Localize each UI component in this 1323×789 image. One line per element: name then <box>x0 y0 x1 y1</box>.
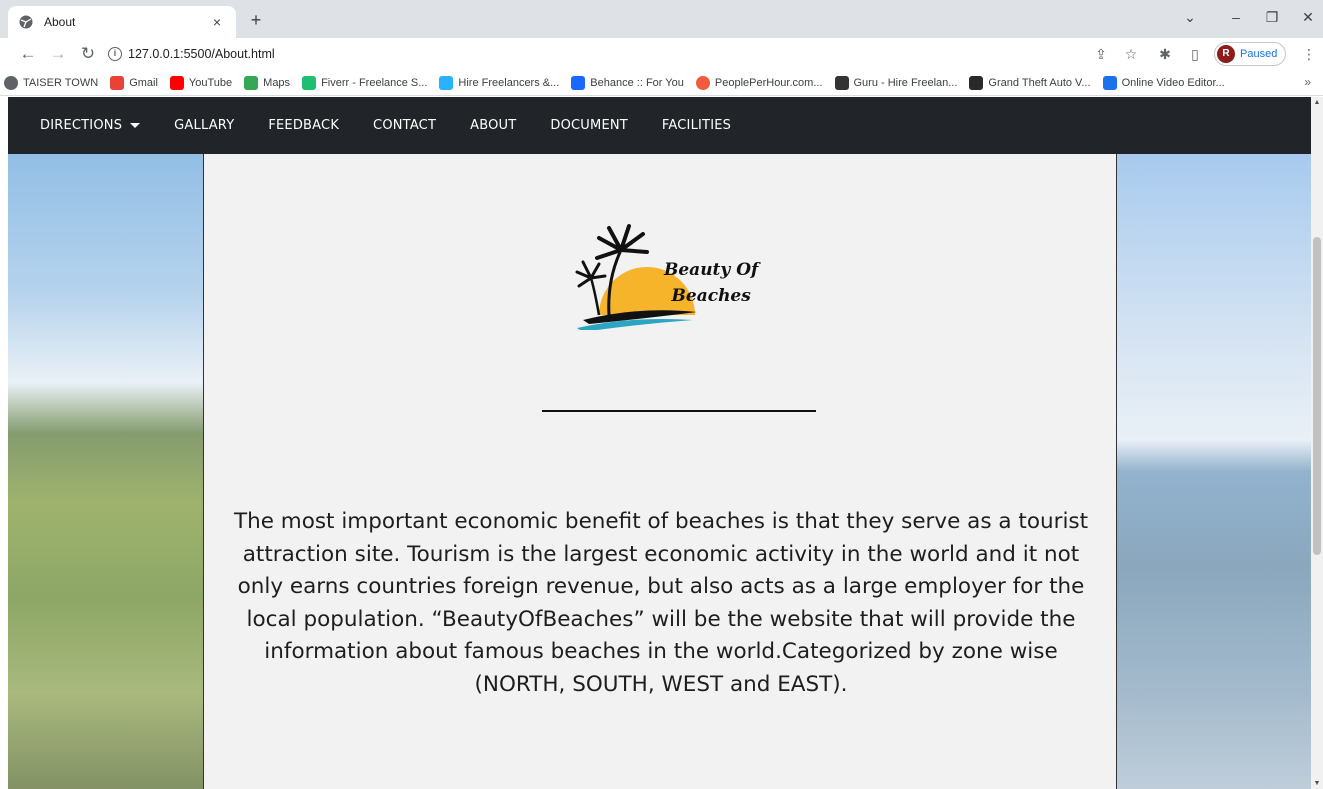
pph-icon <box>695 75 710 90</box>
about-paragraph: The most important economic benefit of b… <box>233 509 1089 697</box>
close-window-icon[interactable]: ✕ <box>1293 6 1323 28</box>
globe-icon <box>19 15 33 29</box>
reload-icon[interactable]: ↻ <box>74 40 102 68</box>
logo-title: Beauty Of Beaches <box>664 257 758 309</box>
nav-label: ABOUT <box>470 118 517 133</box>
tab-strip: About × + ⌄ – ❐ ✕ <box>0 0 1323 38</box>
scroll-up-icon[interactable]: ▲ <box>1311 99 1323 106</box>
nav-label: FACILITIES <box>661 118 732 133</box>
more-bookmarks-icon[interactable]: » <box>1304 75 1311 89</box>
nav-label: FEEDBACK <box>268 118 340 133</box>
profile-status: Paused <box>1240 48 1278 60</box>
bookmark-item[interactable]: Online Video Editor... <box>1102 75 1225 90</box>
logo-line-2: Beaches <box>671 286 751 306</box>
bookmark-label: Grand Theft Auto V... <box>988 76 1091 89</box>
section-divider <box>542 410 816 412</box>
tab-about[interactable]: About × <box>8 6 236 38</box>
behance-icon <box>571 75 586 90</box>
logo-line-1: Beauty Of <box>664 260 759 280</box>
nav-about[interactable]: ABOUT <box>470 118 516 133</box>
bookmark-label: TAISER TOWN <box>23 76 99 89</box>
minimize-icon[interactable]: – <box>1221 6 1251 28</box>
tab-title: About <box>44 15 76 29</box>
url-text: 127.0.0.1:5500/About.html <box>128 47 275 61</box>
bookmark-label: Guru - Hire Freelan... <box>853 76 958 89</box>
video-editor-icon <box>1102 75 1117 90</box>
bookmark-label: PeoplePerHour.com... <box>714 76 823 89</box>
bookmark-item[interactable]: TAISER TOWN <box>4 75 99 90</box>
web-page: Beauty Of Beaches The most important eco… <box>8 97 1311 789</box>
nav-contact[interactable]: CONTACT <box>373 118 436 133</box>
maps-icon <box>244 75 259 90</box>
nav-facilities[interactable]: FACILITIES <box>662 118 731 133</box>
browser-toolbar: ← → ↻ i 127.0.0.1:5500/About.html ⇪ ☆ ✱ … <box>0 38 1323 70</box>
nav-label: DOCUMENT <box>550 118 628 133</box>
caret-down-icon <box>130 123 141 128</box>
bookmark-item[interactable]: Behance :: For You <box>571 75 684 90</box>
nav-label: GALLARY <box>174 118 235 133</box>
share-icon[interactable]: ⇪ <box>1090 42 1112 66</box>
nav-gallary[interactable]: GALLARY <box>174 118 234 133</box>
epic-icon <box>969 75 984 90</box>
nav-document[interactable]: DOCUMENT <box>550 118 628 133</box>
forward-icon[interactable]: → <box>44 40 72 68</box>
bookmark-label: Hire Freelancers &... <box>458 76 560 89</box>
bookmark-item[interactable]: Fiverr - Freelance S... <box>302 75 428 90</box>
guru-icon <box>834 75 849 90</box>
bookmark-item[interactable]: Maps <box>244 75 291 90</box>
tab-search-icon[interactable]: ⌄ <box>1175 6 1205 28</box>
site-info-icon[interactable]: i <box>108 47 122 61</box>
nav-directions[interactable]: DIRECTIONS <box>40 118 141 133</box>
scroll-down-icon[interactable]: ▼ <box>1311 780 1323 787</box>
bookmark-item[interactable]: PeoplePerHour.com... <box>695 75 823 90</box>
main-navbar: DIRECTIONS GALLARY FEEDBACK CONTACT ABOUT DOC… <box>8 97 1311 154</box>
back-icon[interactable]: ← <box>14 40 42 68</box>
freelancer-icon <box>439 75 454 90</box>
fiverr-icon <box>302 75 317 90</box>
avatar: R <box>1217 45 1235 63</box>
page-scrollbar[interactable]: ▲ ▼ <box>1311 97 1323 789</box>
background-image-left <box>8 154 203 789</box>
globe-icon <box>4 75 18 90</box>
bookmark-item[interactable]: Guru - Hire Freelan... <box>834 75 958 90</box>
side-panel-icon[interactable]: ▯ <box>1184 42 1206 66</box>
bookmarks-bar: TAISER TOWN Gmail YouTube Maps Fiverr - Free… <box>0 70 1323 96</box>
bookmark-item[interactable]: Gmail <box>110 75 158 90</box>
bookmark-label: Maps <box>263 76 291 89</box>
bookmark-label: Behance :: For You <box>590 76 684 89</box>
bookmark-item[interactable]: Hire Freelancers &... <box>439 75 560 90</box>
new-tab-button[interactable]: + <box>244 8 268 32</box>
bookmark-label: Fiverr - Freelance S... <box>321 76 428 89</box>
address-bar[interactable]: i 127.0.0.1:5500/About.html <box>108 41 1132 67</box>
bookmark-item[interactable]: Grand Theft Auto V... <box>969 75 1091 90</box>
menu-icon[interactable]: ⋮ <box>1298 42 1320 66</box>
star-icon[interactable]: ☆ <box>1120 42 1142 66</box>
scroll-thumb[interactable] <box>1313 237 1321 555</box>
bookmark-item[interactable]: YouTube <box>169 75 233 90</box>
extensions-icon[interactable]: ✱ <box>1154 42 1176 66</box>
about-content: Beauty Of Beaches The most important eco… <box>203 154 1117 789</box>
gmail-icon <box>110 75 125 90</box>
profile-button[interactable]: R Paused <box>1214 42 1287 66</box>
tab-close-icon[interactable]: × <box>208 14 226 30</box>
bookmark-label: Online Video Editor... <box>1121 76 1225 89</box>
bookmark-label: YouTube <box>188 76 233 89</box>
background-image-right <box>1117 154 1311 789</box>
nav-label: CONTACT <box>373 118 437 133</box>
restore-icon[interactable]: ❐ <box>1257 6 1287 28</box>
youtube-icon <box>169 75 184 90</box>
nav-feedback[interactable]: FEEDBACK <box>268 118 339 133</box>
bookmark-label: Gmail <box>129 76 158 89</box>
nav-label: DIRECTIONS <box>40 118 123 133</box>
